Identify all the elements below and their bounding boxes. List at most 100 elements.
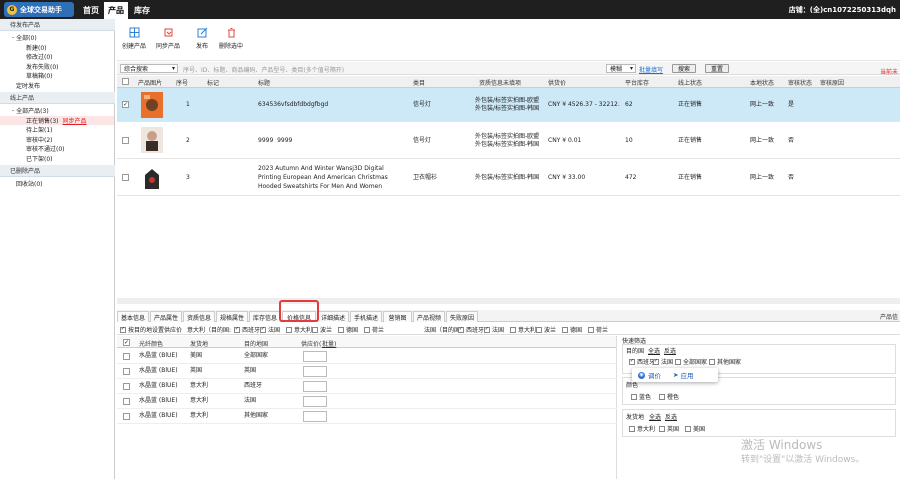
col-image[interactable]: 产品图片 (138, 78, 162, 87)
france-dest-country[interactable]: 德国 (562, 325, 582, 334)
col-qualification[interactable]: 资质信息未填项 (479, 78, 521, 87)
row-checkbox[interactable] (123, 383, 130, 390)
italy-dest-group[interactable]: 意大利（目的国: (187, 325, 231, 334)
dest-filter-option[interactable]: 全部国家 (675, 357, 707, 366)
dest-price-toggle[interactable]: 按目的地设置供应价 (120, 325, 182, 334)
create-product-button[interactable]: 创建产品 (117, 23, 151, 57)
ship-option-us[interactable]: 美国 (685, 424, 705, 433)
france-dest-country[interactable]: 法国 (484, 325, 504, 334)
france-dest-country[interactable]: 意大利 (510, 325, 536, 334)
ship-option-italy[interactable]: 意大利 (629, 424, 655, 433)
col-ship-from[interactable]: 发货地 (190, 339, 208, 348)
price-select-all-checkbox[interactable] (123, 339, 130, 346)
col-online-status[interactable]: 线上状态 (678, 78, 702, 87)
supply-price-input[interactable] (303, 351, 327, 362)
select-all-checkbox[interactable] (122, 78, 129, 85)
italy-dest-country[interactable]: 荷兰 (364, 325, 384, 334)
table-row[interactable]: 2 9999 9999 信号灯 外包装/标签实拍图-欧盟 外包装/标签实拍图-韩… (117, 123, 900, 159)
search-mode-select[interactable]: 综合搜索 ▾ (120, 64, 178, 73)
sync-product-button[interactable]: 同步产品 (151, 23, 185, 57)
tab-item[interactable]: 失败原因 (446, 311, 478, 322)
france-dest-country[interactable]: 波兰 (536, 325, 556, 334)
sync-product-tag[interactable]: 同步产品 (63, 116, 87, 125)
col-color[interactable]: 光纤颜色 (139, 339, 163, 348)
italy-dest-country[interactable]: 法国 (260, 325, 280, 334)
grid-horizontal-scrollbar[interactable] (117, 298, 900, 304)
tab-item[interactable]: 规格属性 (216, 311, 248, 322)
sidebar-section-header[interactable]: 待发布产品 (0, 19, 115, 31)
table-row[interactable]: 水晶蓝 (BlUE) 意大利 其他国家 (117, 409, 617, 424)
shop-label[interactable]: 店铺：(全)cn1072250313dqh (789, 5, 896, 15)
tab-item[interactable]: 基本信息 (117, 311, 149, 322)
apply-button[interactable]: 应用 (680, 370, 693, 380)
col-dest[interactable]: 目的地国 (244, 339, 268, 348)
sidebar-item[interactable]: 审核不通过(0) (0, 144, 114, 154)
dest-filter-option[interactable]: 其他国家 (709, 357, 741, 366)
table-row[interactable]: 3 2023 Autumn And Winter Wansj3D Digital… (117, 160, 900, 196)
supply-price-input[interactable] (303, 396, 327, 407)
col-local-status[interactable]: 本地状态 (750, 78, 774, 87)
tab-item[interactable]: 产品属性 (150, 311, 182, 322)
sidebar-section-header[interactable]: 线上产品 (0, 92, 115, 104)
row-checkbox[interactable] (122, 174, 129, 181)
app-logo[interactable]: G 全球交易助手 (4, 2, 74, 17)
dest-select-all-link[interactable]: 全选 (648, 346, 660, 355)
row-checkbox[interactable] (123, 398, 130, 405)
batch-price-link[interactable]: 批量) (322, 339, 336, 348)
dest-filter-option[interactable]: 西班牙 (629, 357, 655, 366)
sidebar-item[interactable]: 待上架(1) (0, 125, 114, 135)
col-audit-reason[interactable]: 审核原因 (820, 78, 844, 87)
france-dest-country[interactable]: 西班牙 (458, 325, 484, 334)
col-index[interactable]: 序号 (176, 78, 188, 87)
sidebar-item[interactable]: 回收站(0) (0, 179, 114, 189)
supply-price-input[interactable] (303, 366, 327, 377)
match-mode-select[interactable]: 模糊 ▾ (606, 64, 636, 73)
color-option-orange[interactable]: 橙色 (659, 392, 679, 401)
sidebar-section-header[interactable]: 已删除产品 (0, 165, 115, 177)
nav-products[interactable]: 产品 (104, 2, 128, 19)
sidebar-item[interactable]: 草稿箱(0) (0, 71, 114, 81)
row-checkbox[interactable] (123, 368, 130, 375)
table-row[interactable]: 1 634536vfsdbfdbdgfbgd 信号灯 外包装/标签实拍图-欧盟 … (117, 88, 900, 122)
sidebar-item[interactable]: 修改过(0) (0, 52, 114, 62)
ship-invert-link[interactable]: 反选 (665, 412, 677, 421)
italy-dest-country[interactable]: 波兰 (312, 325, 332, 334)
batch-fill-link[interactable]: 批量填写 (639, 65, 663, 74)
delete-selected-button[interactable]: 删除选中 (214, 23, 248, 57)
sidebar-item[interactable]: 定时发布 (0, 81, 114, 91)
ship-option-uk[interactable]: 英国 (659, 424, 679, 433)
col-audit-status[interactable]: 审核状态 (788, 78, 812, 87)
adjust-price-button[interactable]: 调价 (648, 370, 661, 380)
collapse-icon[interactable]: - (12, 107, 14, 114)
sidebar-item[interactable]: 正在销售(3) 同步产品 (0, 115, 114, 125)
sidebar-item[interactable]: 发布失败(0) (0, 62, 114, 72)
sidebar-item[interactable]: - 全部(0) (0, 33, 114, 43)
row-checkbox[interactable] (122, 137, 129, 144)
tab-item[interactable]: 库存信息 (249, 311, 281, 322)
nav-inventory[interactable]: 库存 (130, 2, 154, 19)
italy-dest-country[interactable]: 德国 (338, 325, 358, 334)
collapse-icon[interactable]: - (12, 34, 14, 41)
tab-item[interactable]: 营销图 (383, 311, 412, 322)
row-checkbox[interactable] (122, 101, 129, 108)
dest-invert-link[interactable]: 反选 (664, 346, 676, 355)
row-checkbox[interactable] (123, 353, 130, 360)
col-category[interactable]: 类目 (413, 78, 425, 87)
search-input[interactable]: 序号、ID、标题、商品编码、产品型号、类目(多个值号隔开) (183, 65, 583, 73)
tab-item[interactable]: 详细描述 (317, 311, 349, 322)
sidebar-item[interactable]: 已下架(0) (0, 154, 114, 164)
tab-item[interactable]: 资质信息 (183, 311, 215, 322)
nav-home[interactable]: 首页 (79, 2, 103, 19)
search-button[interactable]: 搜索 (672, 64, 696, 73)
table-row[interactable]: 水晶蓝 (BlUE) 英国 英国 (117, 364, 617, 379)
dest-filter-option[interactable]: 法国 (653, 357, 673, 366)
col-price[interactable]: 供货价 (548, 78, 566, 87)
col-mark[interactable]: 标记 (207, 78, 219, 87)
france-dest-group[interactable]: 法国（目的国: (424, 325, 462, 334)
col-stock[interactable]: 平台库存 (625, 78, 649, 87)
france-dest-country[interactable]: 荷兰 (588, 325, 608, 334)
row-checkbox[interactable] (123, 413, 130, 420)
tab-item[interactable]: 手机描述 (350, 311, 382, 322)
ship-select-all-link[interactable]: 全选 (649, 412, 661, 421)
sidebar-item[interactable]: - 全部产品(3) (0, 106, 114, 116)
